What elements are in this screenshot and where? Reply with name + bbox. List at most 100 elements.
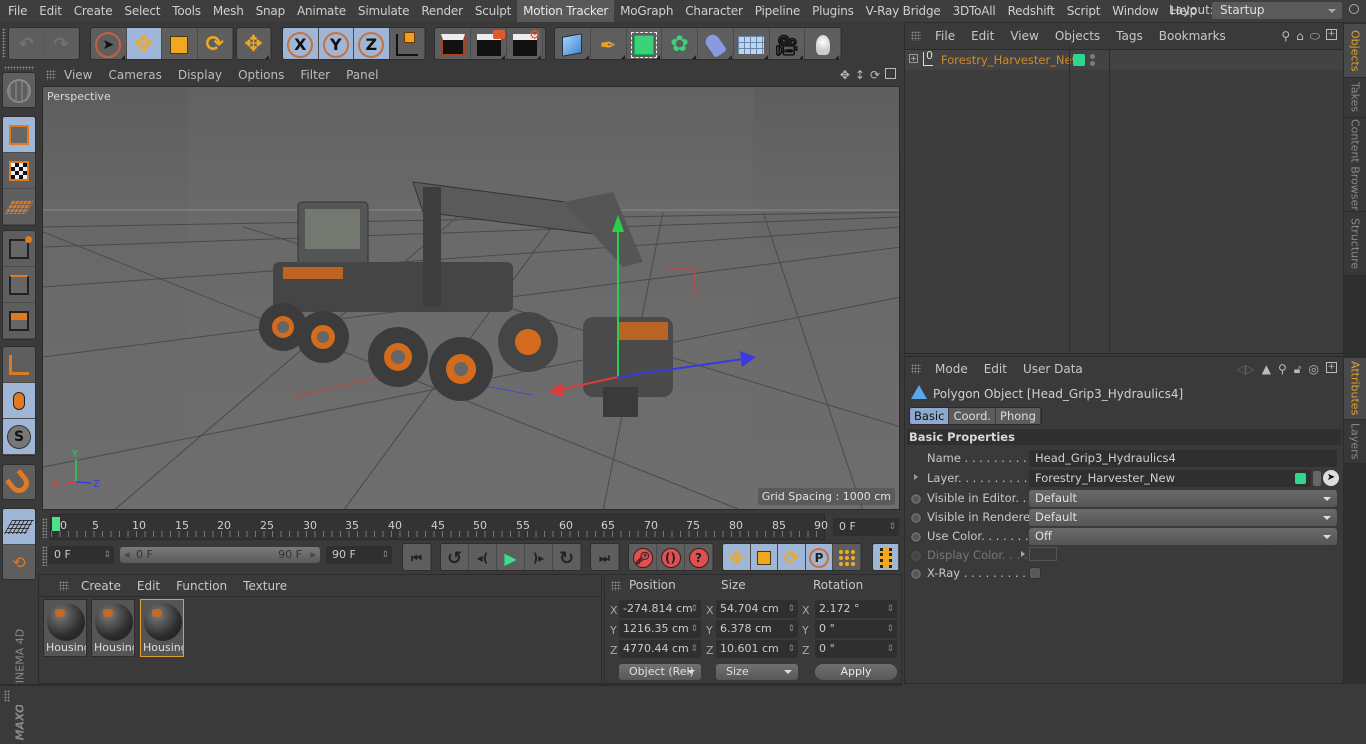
viewport-menu-filter[interactable]: Filter <box>292 68 338 82</box>
menu-window[interactable]: Window <box>1106 0 1164 22</box>
visible-in-renderer-dropdown[interactable]: Default <box>1029 509 1337 526</box>
record-active-button[interactable]: 🔑︎ <box>629 544 657 570</box>
floor-button[interactable] <box>734 28 770 59</box>
obj-menu-objects[interactable]: Objects <box>1047 29 1108 43</box>
y-axis-lock-button[interactable]: Y <box>318 28 354 59</box>
viewport-menu-options[interactable]: Options <box>230 68 292 82</box>
playhead[interactable] <box>52 517 60 531</box>
next-key-button[interactable]: ↻ <box>553 544 581 570</box>
solo-button[interactable]: S <box>3 419 35 455</box>
obj-menu-bookmarks[interactable]: Bookmarks <box>1151 29 1234 43</box>
object-name[interactable]: Forestry_Harvester_New <box>941 53 1081 67</box>
expand-arrow-icon[interactable] <box>1021 551 1028 557</box>
size-z-field[interactable]: 10.601 cm <box>716 640 798 658</box>
expand-arrow-icon[interactable] <box>914 474 921 480</box>
animate-radio[interactable] <box>910 512 922 524</box>
subdivision-button[interactable] <box>627 28 663 59</box>
menu-tools[interactable]: Tools <box>166 0 207 22</box>
menu-redshift[interactable]: Redshift <box>1002 0 1061 22</box>
obj-menu-file[interactable]: File <box>927 29 963 43</box>
key-scale-button[interactable] <box>750 544 779 570</box>
preview-range-slider[interactable]: ◂ 0 F 90 F ▸ <box>120 547 320 563</box>
key-pla-button[interactable] <box>833 544 861 570</box>
menu-select[interactable]: Select <box>118 0 166 22</box>
menu-plugins[interactable]: Plugins <box>806 0 860 22</box>
visible-in-editor-dropdown[interactable]: Default <box>1029 490 1337 507</box>
timeline-window-button[interactable] <box>873 544 899 570</box>
menu-sculpt[interactable]: Sculpt <box>469 0 517 22</box>
tab-layers[interactable]: Layers <box>1344 420 1366 464</box>
animate-radio[interactable] <box>910 531 922 543</box>
search-icon[interactable]: ⚲ <box>1281 29 1290 44</box>
edges-mode-button[interactable] <box>3 267 35 303</box>
end-frame-field[interactable]: 90 F <box>326 546 392 564</box>
material-thumbnail[interactable]: Housing <box>43 599 87 657</box>
autokey-button[interactable]: () <box>657 544 685 570</box>
position-z-field[interactable]: 4770.44 cm <box>619 640 701 658</box>
menu-pipeline[interactable]: Pipeline <box>749 0 806 22</box>
lock-icon[interactable]: 🔓︎ <box>1294 362 1302 377</box>
position-y-field[interactable]: 1216.35 cm <box>619 620 701 638</box>
tab-structure[interactable]: Structure <box>1344 212 1366 276</box>
redo-button[interactable]: ↷ <box>44 28 79 59</box>
obj-menu-tags[interactable]: Tags <box>1108 29 1151 43</box>
pick-cursor-icon[interactable]: ➤ <box>1323 470 1339 486</box>
layer-menu-arrow[interactable] <box>1313 471 1321 486</box>
layer-field[interactable]: Forestry_Harvester_New <box>1029 470 1311 487</box>
editor-visibility-dot[interactable] <box>1090 54 1095 59</box>
new-window-icon[interactable]: + <box>1326 29 1337 40</box>
use-color-dropdown[interactable]: Off <box>1029 528 1337 545</box>
camera-button[interactable]: 🎥︎ <box>770 28 806 59</box>
range-right-arrow-icon[interactable]: ▸ <box>310 547 316 563</box>
search-icon[interactable]: ⚲ <box>1278 362 1287 377</box>
tab-objects[interactable]: Objects <box>1344 24 1366 78</box>
back-arrow-icon[interactable]: ◁▷ <box>1236 362 1254 377</box>
attr-menu-edit[interactable]: Edit <box>976 362 1015 376</box>
workplane-mode-button[interactable] <box>3 189 35 225</box>
polygons-mode-button[interactable] <box>3 303 35 339</box>
render-view-button[interactable] <box>435 28 471 59</box>
name-field[interactable]: Head_Grip3_Hydraulics4 <box>1029 450 1337 467</box>
obj-menu-view[interactable]: View <box>1002 29 1046 43</box>
new-window-icon[interactable]: + <box>1326 362 1337 373</box>
position-x-field[interactable]: -274.814 cm <box>619 600 701 618</box>
target-icon[interactable]: ◎ <box>1309 362 1319 377</box>
render-settings-button[interactable]: ⚙ <box>507 28 543 59</box>
size-x-field[interactable]: 54.704 cm <box>716 600 798 618</box>
current-frame-field[interactable]: 0 F <box>833 518 899 536</box>
workplane-lock-button[interactable] <box>3 509 35 545</box>
deformer-button[interactable] <box>698 28 734 59</box>
3d-viewport[interactable]: Y Z X Perspective Grid Spacing : 1000 cm <box>42 86 900 510</box>
menu-vray-bridge[interactable]: V-Ray Bridge <box>860 0 947 22</box>
rotate-tool-button[interactable]: ⟳ <box>198 28 233 59</box>
coordinate-system-button[interactable] <box>390 28 425 59</box>
attr-menu-mode[interactable]: Mode <box>927 362 976 376</box>
menu-animate[interactable]: Animate <box>291 0 352 22</box>
points-mode-button[interactable] <box>3 231 35 267</box>
menu-render[interactable]: Render <box>415 0 469 22</box>
toolbar-grip[interactable] <box>2 28 6 58</box>
next-frame-button[interactable]: )▸ <box>525 544 553 570</box>
animate-radio[interactable] <box>910 493 922 505</box>
z-axis-lock-button[interactable]: Z <box>354 28 390 59</box>
animate-radio[interactable] <box>910 568 922 580</box>
tweak-mode-button[interactable] <box>3 383 35 419</box>
light-button[interactable] <box>805 28 841 59</box>
pan-view-icon[interactable]: ✥ <box>840 68 850 82</box>
material-thumbnail[interactable]: Housing <box>91 599 135 657</box>
timeline-ruler[interactable]: 0 5 10 15 20 25 30 35 40 45 50 55 60 65 … <box>50 514 828 540</box>
material-menu-texture[interactable]: Texture <box>235 579 295 593</box>
goto-start-button[interactable]: ⏮ <box>403 544 431 570</box>
rotation-z-field[interactable]: 0 ° <box>815 640 897 658</box>
menu-simulate[interactable]: Simulate <box>352 0 415 22</box>
coordinate-mode-dropdown[interactable]: Object (Rel) <box>619 664 701 680</box>
material-menu-function[interactable]: Function <box>168 579 235 593</box>
move-tool-button[interactable]: ✥ <box>126 28 162 59</box>
tab-content-browser[interactable]: Content Browser <box>1344 118 1366 212</box>
menu-create[interactable]: Create <box>68 0 119 22</box>
tab-attributes[interactable]: Attributes <box>1344 358 1366 420</box>
expand-icon[interactable]: + <box>909 54 918 63</box>
start-frame-field[interactable]: 0 F <box>48 546 114 564</box>
menu-motion-tracker[interactable]: Motion Tracker <box>517 0 615 22</box>
key-position-button[interactable]: ✥ <box>723 544 751 570</box>
